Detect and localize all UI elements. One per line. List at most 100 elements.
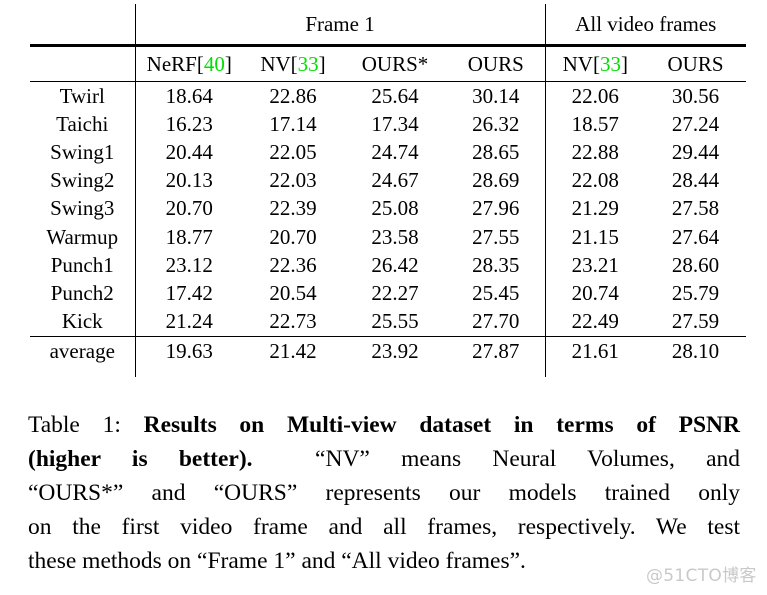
- tail-vrule-left: [134, 366, 243, 377]
- column-header-ours-frame1: OURS: [447, 45, 546, 82]
- row-label: Punch2: [50, 280, 114, 305]
- tail-spacer-2: [343, 367, 447, 377]
- caption-line-5: these methods on “Frame 1” and “All vide…: [28, 548, 526, 574]
- cell-ours-allframes: 30.56: [671, 83, 720, 108]
- table-row: Taichi 16.23 17.14 17.34 26.32 18.57 27.…: [30, 110, 746, 139]
- caption-line-4: on the first video frame and all frames,…: [28, 514, 740, 540]
- results-table-container: Frame 1 All video frames NeRF[40] NV[33]…: [30, 4, 747, 377]
- cell-ours-frame1: 28.35: [472, 252, 520, 277]
- cell-nv-allframes: 23.21: [544, 251, 646, 280]
- group-header-all-video-frames: All video frames: [544, 4, 747, 47]
- citation-nv2[interactable]: 33: [600, 52, 621, 76]
- cell-ours-allframes: 25.79: [671, 280, 720, 305]
- cell-nv-frame1: 20.70: [269, 224, 317, 249]
- bracket-open-nv1: [: [290, 51, 298, 76]
- row-label: Taichi: [56, 111, 109, 136]
- cell-ours-allframes: 28.44: [671, 168, 720, 193]
- table-row: Punch2 17.42 20.54 22.27 25.45 20.74 25.…: [30, 279, 746, 308]
- column-header-nv2-label: NV: [562, 51, 593, 76]
- cell-nerf: 18.77: [134, 222, 243, 252]
- cell-average-ours-allframes: 28.10: [671, 339, 720, 364]
- table-row: Swing3 20.70 22.39 25.08 27.96 21.29 27.…: [30, 194, 746, 223]
- table-row: Punch1 23.12 22.36 26.42 28.35 23.21 28.…: [30, 251, 746, 280]
- row-label: Swing2: [50, 168, 115, 193]
- caption-label: Table 1:: [28, 412, 121, 438]
- table-row: Kick 21.24 22.73 25.55 27.70 22.49 27.59: [30, 307, 747, 337]
- cell-nerf: 16.23: [134, 110, 243, 139]
- cell-nv-frame1: 22.36: [269, 252, 317, 277]
- bracket-close-nv1: ]: [318, 51, 326, 76]
- cell-ours-allframes: 27.59: [645, 307, 747, 337]
- cell-ours-frame1: 27.96: [472, 196, 520, 221]
- cell-ours-star: 25.08: [371, 196, 419, 221]
- citation-nerf[interactable]: 40: [204, 52, 225, 76]
- cell-nv-frame1: 22.03: [269, 168, 317, 193]
- tail-spacer-1: [243, 367, 343, 377]
- bracket-open-nerf: [: [196, 51, 204, 76]
- cell-nv-allframes: 22.06: [544, 81, 646, 111]
- bracket-close-nerf: ]: [224, 51, 232, 76]
- cell-average-ours-star: 23.92: [371, 339, 419, 364]
- cell-nv-frame1: 22.73: [243, 307, 343, 337]
- caption-bold-line-2: (higher is better).: [28, 446, 253, 472]
- cell-nerf: 20.70: [134, 194, 243, 223]
- cell-ours-star: 26.42: [371, 252, 419, 277]
- cell-ours-frame1: 27.70: [447, 307, 546, 337]
- column-header-ours-star: OURS*: [343, 45, 447, 82]
- group-header-empty: [30, 4, 135, 47]
- row-label: Swing1: [50, 139, 115, 164]
- cell-ours-allframes: 28.60: [671, 252, 720, 277]
- watermark: @51CTO博客: [646, 566, 757, 586]
- column-header-nv-allframes: NV[33]: [544, 45, 646, 82]
- column-header-nv1-label: NV: [260, 51, 291, 76]
- cell-ours-star: 24.67: [371, 168, 419, 193]
- cell-ours-star: 25.64: [371, 83, 419, 108]
- cell-ours-star: 23.58: [371, 224, 419, 249]
- cell-ours-star: 25.55: [343, 307, 447, 337]
- cell-average-nerf: 19.63: [134, 336, 243, 367]
- bracket-open-nv2: [: [592, 51, 600, 76]
- cell-ours-frame1: 27.55: [472, 224, 520, 249]
- cell-nv-allframes: 22.49: [544, 307, 646, 337]
- tail-empty: [30, 367, 135, 377]
- group-header-row: Frame 1 All video frames: [30, 4, 747, 47]
- column-header-empty: [30, 45, 135, 82]
- tail-spacer-3: [447, 367, 545, 377]
- caption-line-3: “OURS*” and “OURS” represents our models…: [28, 480, 740, 506]
- tail-spacer-4: [645, 367, 746, 377]
- cell-nv-frame1: 22.05: [269, 139, 317, 164]
- caption-line-1: Table 1: Results on Multi-view dataset i…: [28, 408, 740, 442]
- cell-ours-star: 17.34: [371, 111, 419, 136]
- column-header-ours-allframes: OURS: [645, 45, 747, 82]
- cell-nv-allframes: 22.88: [544, 138, 646, 167]
- table-row: Warmup 18.77 20.70 23.58 27.55 21.15 27.…: [30, 222, 746, 252]
- cell-ours-frame1: 28.65: [472, 139, 520, 164]
- cell-ours-star: 22.27: [371, 280, 419, 305]
- cell-average-nv-allframes: 21.61: [544, 336, 646, 367]
- table-row: Swing2 20.13 22.03 24.67 28.69 22.08 28.…: [30, 166, 746, 195]
- cell-nv-frame1: 17.14: [269, 111, 317, 136]
- table-row: Swing1 20.44 22.05 24.74 28.65 22.88 29.…: [30, 138, 746, 167]
- citation-nv1[interactable]: 33: [298, 52, 319, 76]
- cell-nerf: 21.24: [134, 307, 243, 337]
- cell-ours-allframes: 27.24: [671, 111, 720, 136]
- cell-nerf: 17.42: [134, 279, 243, 308]
- cell-nerf: 20.44: [134, 138, 243, 167]
- cell-nerf: 20.13: [134, 166, 243, 195]
- caption-text-line-2: “NV” means Neural Volumes, and: [315, 446, 740, 472]
- average-row: average 19.63 21.42 23.92 27.87 21.61 28…: [30, 336, 746, 367]
- cell-nv-frame1: 20.54: [269, 280, 317, 305]
- cell-ours-allframes: 29.44: [671, 139, 720, 164]
- cell-ours-frame1: 28.69: [472, 168, 520, 193]
- cell-nerf: 23.12: [134, 251, 243, 280]
- row-label-average: average: [49, 339, 115, 364]
- cell-ours-allframes: 27.58: [671, 196, 720, 221]
- group-header-frame1: Frame 1: [134, 4, 546, 47]
- cell-nerf: 18.64: [134, 81, 243, 111]
- cell-nv-allframes: 22.08: [544, 166, 646, 195]
- row-label: Swing3: [50, 196, 115, 221]
- cell-nv-allframes: 18.57: [544, 110, 646, 139]
- caption-line-2: (higher is better). “NV” means Neural Vo…: [28, 442, 740, 476]
- psnr-results-table: Frame 1 All video frames NeRF[40] NV[33]…: [30, 4, 747, 377]
- caption-bold-line-1: Results on Multi-view dataset in terms o…: [143, 412, 740, 438]
